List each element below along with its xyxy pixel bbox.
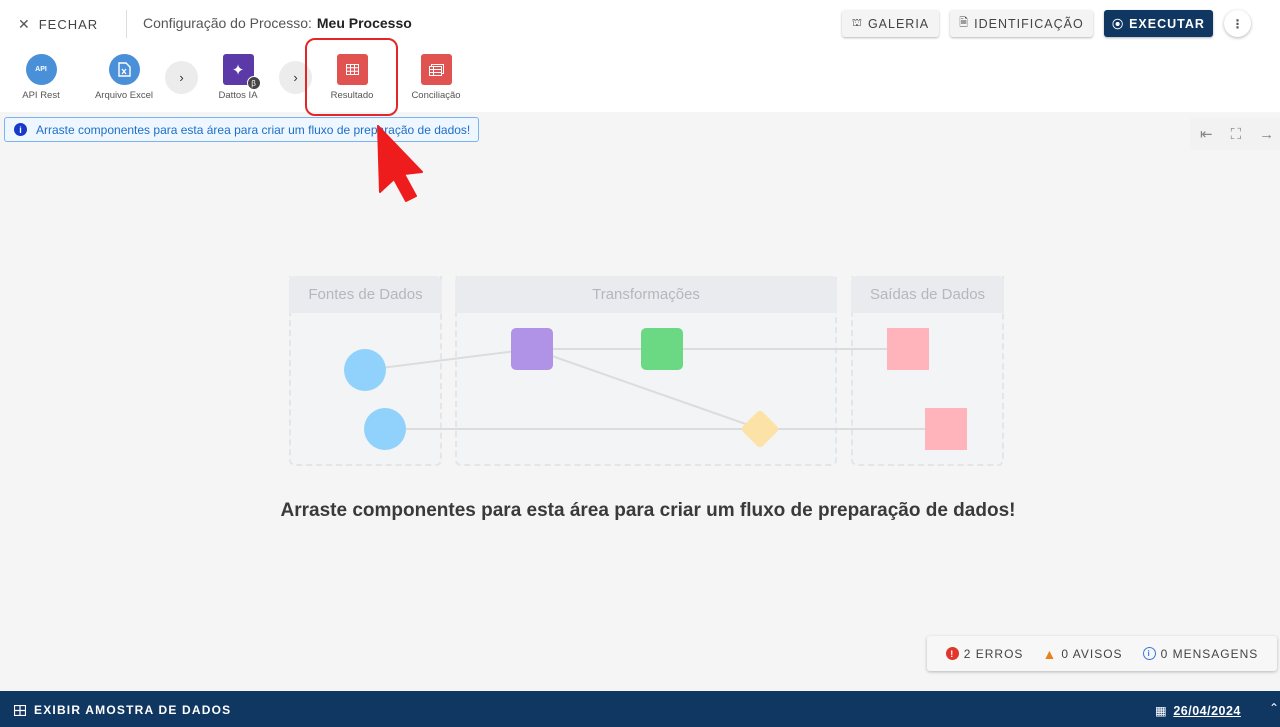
errors-status[interactable]: ! 2 ERROS xyxy=(945,646,1024,661)
empty-canvas-message: Arraste componentes para esta área para … xyxy=(280,500,1016,521)
transform-node xyxy=(511,328,553,370)
component-dattos-ia[interactable]: ✦ β Dattos IA xyxy=(198,54,278,101)
expand-arrow-button[interactable]: › xyxy=(165,61,198,94)
decision-node xyxy=(741,410,779,448)
date-selector[interactable]: ▦ 26/04/2024 xyxy=(1155,703,1241,719)
messages-status[interactable]: i 0 MENSAGENS xyxy=(1142,646,1259,661)
process-name: Meu Processo xyxy=(316,15,412,31)
highlight-annotation xyxy=(305,38,398,116)
beta-badge: β xyxy=(246,76,261,90)
title-label: Configuração do Processo: xyxy=(143,15,312,31)
component-excel-file[interactable]: Arquivo Excel xyxy=(84,54,164,101)
warnings-status[interactable]: ▲ 0 AVISOS xyxy=(1042,645,1123,662)
close-button[interactable]: ✕ FECHAR xyxy=(18,14,98,34)
info-circle-icon: i xyxy=(1142,647,1156,660)
gallery-icon: ⛫ xyxy=(851,16,863,29)
gallery-button[interactable]: ⛫ GALERIA xyxy=(842,10,939,37)
more-options-button[interactable]: ⋮ xyxy=(1224,10,1251,37)
output-node xyxy=(925,408,967,450)
table-grid-icon xyxy=(14,704,26,716)
footer-bar: EXIBIR AMOSTRA DE DADOS ▦ 26/04/2024 ⌃ xyxy=(0,691,1280,727)
error-icon: ! xyxy=(945,647,959,660)
header-divider xyxy=(126,10,127,38)
component-label: Conciliação xyxy=(411,90,461,101)
document-icon: 🗎 xyxy=(959,17,970,29)
component-conciliacao[interactable]: Conciliação xyxy=(396,54,476,101)
show-data-sample-button[interactable]: EXIBIR AMOSTRA DE DADOS xyxy=(14,703,231,717)
api-icon: API xyxy=(25,54,57,85)
flow-illustration: Fontes de Dados Transformações Saídas de… xyxy=(280,270,1010,470)
identification-label: IDENTIFICAÇÃO xyxy=(974,16,1084,31)
component-api-rest[interactable]: API API Rest xyxy=(1,54,81,101)
warning-icon: ▲ xyxy=(1042,645,1058,662)
source-node xyxy=(344,349,386,391)
header: ✕ FECHAR Configuração do Processo: Meu Pr… xyxy=(0,0,1280,116)
close-label: FECHAR xyxy=(38,16,99,32)
date-value: 26/04/2024 xyxy=(1173,703,1241,718)
messages-count: 0 MENSAGENS xyxy=(1160,646,1259,661)
source-node xyxy=(364,408,406,450)
component-label: Arquivo Excel xyxy=(94,90,154,101)
cursor-arrow-icon xyxy=(377,125,423,202)
page-title: Configuração do Processo: Meu Processo xyxy=(143,15,412,31)
component-label: API Rest xyxy=(22,90,60,101)
more-vertical-icon: ⋮ xyxy=(1231,16,1244,31)
execute-label: EXECUTAR xyxy=(1129,16,1205,31)
arrow-right-icon[interactable]: → xyxy=(1259,126,1274,143)
gallery-label: GALERIA xyxy=(867,16,930,31)
status-panel[interactable]: ! 2 ERROS ▲ 0 AVISOS i 0 MENSAGENS xyxy=(927,636,1277,671)
transform-node xyxy=(641,328,683,370)
output-node xyxy=(887,328,929,370)
canvas-toolbar: ⇤ ⛶ → xyxy=(1190,118,1280,150)
play-circle-icon: ⦿ xyxy=(1112,18,1125,31)
errors-count: 2 ERROS xyxy=(963,646,1024,661)
chevron-up-icon[interactable]: ⌃ xyxy=(1269,701,1279,715)
identification-button[interactable]: 🗎 IDENTIFICAÇÃO xyxy=(950,10,1093,37)
calendar-icon: ▦ xyxy=(1155,704,1168,718)
execute-button[interactable]: ⦿ EXECUTAR xyxy=(1104,10,1213,37)
flow-diagram xyxy=(344,328,967,450)
sparkle-icon: ✦ β xyxy=(222,54,261,90)
component-label: Dattos IA xyxy=(218,90,258,101)
excel-file-icon xyxy=(108,54,140,85)
close-icon: ✕ xyxy=(18,15,31,32)
info-icon: i xyxy=(14,123,27,136)
chevron-right-icon: › xyxy=(179,70,184,85)
fit-view-icon[interactable]: ⛶ xyxy=(1231,126,1242,143)
collapse-left-icon[interactable]: ⇤ xyxy=(1200,125,1213,143)
show-data-sample-label: EXIBIR AMOSTRA DE DADOS xyxy=(34,703,232,717)
reconciliation-icon xyxy=(420,54,452,85)
chevron-right-icon: › xyxy=(293,70,298,85)
warnings-count: 0 AVISOS xyxy=(1061,646,1123,661)
